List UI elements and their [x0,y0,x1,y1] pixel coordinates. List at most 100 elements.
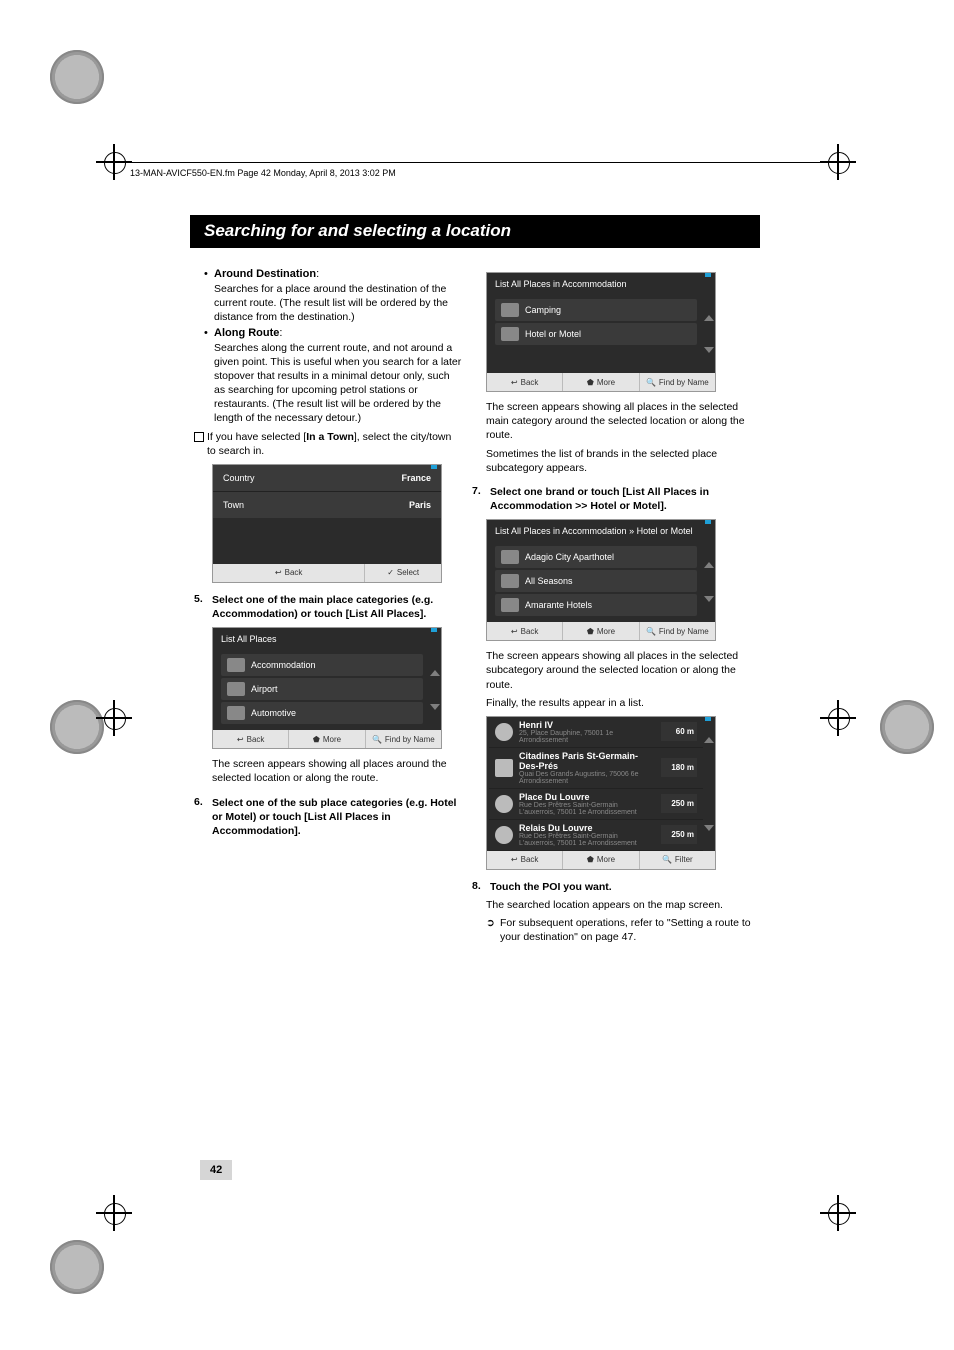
result-address: Rue Des Prêtres Saint-Germain L'auxerroi… [519,802,655,816]
print-header-text: 13-MAN-AVICF550-EN.fm Page 42 Monday, Ap… [130,168,396,178]
scrollbar[interactable] [703,315,715,353]
field-label: Town [223,500,403,510]
screenshot-accent [705,520,711,524]
print-header-rule [120,162,839,163]
poi-icon [495,723,513,741]
bullet-title: Along Route [214,327,279,339]
list-item[interactable]: Adagio City Aparthotel [495,546,697,568]
scroll-down-icon [704,825,714,831]
result-row[interactable]: Henri IV25, Place Dauphine, 75001 1e Arr… [489,717,703,748]
list-item[interactable]: Accommodation [221,654,423,676]
result-address: Rue Des Prêtres Saint-Germain L'auxerroi… [519,833,655,847]
bullet-title: Around Destination [214,268,316,280]
paragraph: The screen appears showing all places in… [486,649,758,692]
list-item[interactable]: Airport [221,678,423,700]
screenshot-main-categories: List All Places Accommodation Airport Au… [212,627,442,749]
crop-mark-br [820,1195,856,1231]
crop-mark-mr [820,700,856,736]
screenshot-accent [431,465,437,469]
note-bold: In a Town [306,431,354,443]
result-address: Quai Des Grands Augustins, 75006 6e Arro… [519,771,655,785]
result-name: Place Du Louvre [519,792,655,802]
select-button[interactable]: ✓ Select [365,564,441,582]
paragraph: The screen appears showing all places in… [486,400,758,443]
screenshot-accent [705,273,711,277]
category-icon [501,327,519,341]
result-row[interactable]: Citadines Paris St-Germain-Des-PrésQuai … [489,748,703,789]
column-right: List All Places in Accommodation Camping… [486,266,758,947]
screenshot-brand-list: List All Places in Accommodation » Hotel… [486,519,716,641]
field-label: Country [223,473,395,483]
step-5: 5. Select one of the main place categori… [190,593,462,621]
step-8-followup: The searched location appears on the map… [486,898,758,912]
crop-mark-bl [96,1195,132,1231]
crop-mark-ml [96,700,132,736]
step-8: 8. Touch the POI you want. [468,880,758,894]
print-circle-tl [50,50,104,104]
page-number: 42 [200,1160,232,1180]
print-circle-mr [880,700,934,754]
step-7: 7. Select one brand or touch [List All P… [468,485,758,513]
scrollbar[interactable] [429,670,441,710]
list-item[interactable]: Amarante Hotels [495,594,697,616]
result-distance: 60 m [661,722,697,741]
scrollbar[interactable] [703,737,715,831]
scroll-down-icon [704,347,714,353]
step-6: 6. Select one of the sub place categorie… [190,796,462,839]
more-button[interactable]: ⬟ More [563,373,639,391]
scroll-up-icon [430,670,440,676]
find-by-name-button[interactable]: 🔍 Find by Name [640,622,715,640]
result-row[interactable]: Relais Du LouvreRue Des Prêtres Saint-Ge… [489,820,703,851]
scrollbar[interactable] [703,562,715,602]
brand-icon [501,598,519,612]
scroll-down-icon [704,596,714,602]
column-left: • Around Destination: Searches for a pla… [190,266,462,947]
bullet-around-destination: • Around Destination: [204,268,462,280]
filter-button[interactable]: 🔍 Filter [640,851,715,869]
result-name: Relais Du Louvre [519,823,655,833]
step-5-followup: The screen appears showing all places ar… [212,757,462,785]
note-in-a-town: If you have selected [In a Town], select… [194,430,462,458]
more-button[interactable]: ⬟ More [289,730,365,748]
print-circle-bl [50,1240,104,1294]
result-address: 25, Place Dauphine, 75001 1e Arrondissem… [519,730,655,744]
field-value: Paris [409,500,431,510]
more-button[interactable]: ⬟ More [563,851,639,869]
scroll-down-icon [430,704,440,710]
poi-icon [495,795,513,813]
category-icon [227,658,245,672]
back-button[interactable]: ↩ Back [213,730,289,748]
list-item[interactable]: Camping [495,299,697,321]
category-icon [227,706,245,720]
page-content: Searching for and selecting a location •… [190,215,760,947]
result-distance: 250 m [661,794,697,813]
list-item[interactable]: Hotel or Motel [495,323,697,345]
brand-icon [501,574,519,588]
more-button[interactable]: ⬟ More [563,622,639,640]
back-button[interactable]: ↩ Back [487,373,563,391]
result-row[interactable]: Place Du LouvreRue Des Prêtres Saint-Ger… [489,789,703,820]
field-town[interactable]: Town Paris [213,491,441,518]
scroll-up-icon [704,562,714,568]
list-item[interactable]: Automotive [221,702,423,724]
bullet-along-route: • Along Route: [204,327,462,339]
poi-icon [495,759,513,777]
poi-icon [495,826,513,844]
result-name: Henri IV [519,720,655,730]
list-header[interactable]: List All Places in Accommodation [487,273,715,295]
screenshot-result-list: Henri IV25, Place Dauphine, 75001 1e Arr… [486,716,716,870]
cross-reference: ➲ For subsequent operations, refer to "S… [486,916,758,944]
result-distance: 250 m [661,825,697,844]
scroll-up-icon [704,315,714,321]
note-pre: If you have selected [ [207,431,306,443]
back-button[interactable]: ↩ Back [487,851,563,869]
paragraph: Finally, the results appear in a list. [486,696,758,710]
find-by-name-button[interactable]: 🔍 Find by Name [366,730,441,748]
field-country[interactable]: Country France [213,465,441,491]
list-header[interactable]: List All Places [213,628,441,650]
list-header[interactable]: List All Places in Accommodation » Hotel… [487,520,715,542]
find-by-name-button[interactable]: 🔍 Find by Name [640,373,715,391]
back-button[interactable]: ↩ Back [213,564,365,582]
back-button[interactable]: ↩ Back [487,622,563,640]
list-item[interactable]: All Seasons [495,570,697,592]
